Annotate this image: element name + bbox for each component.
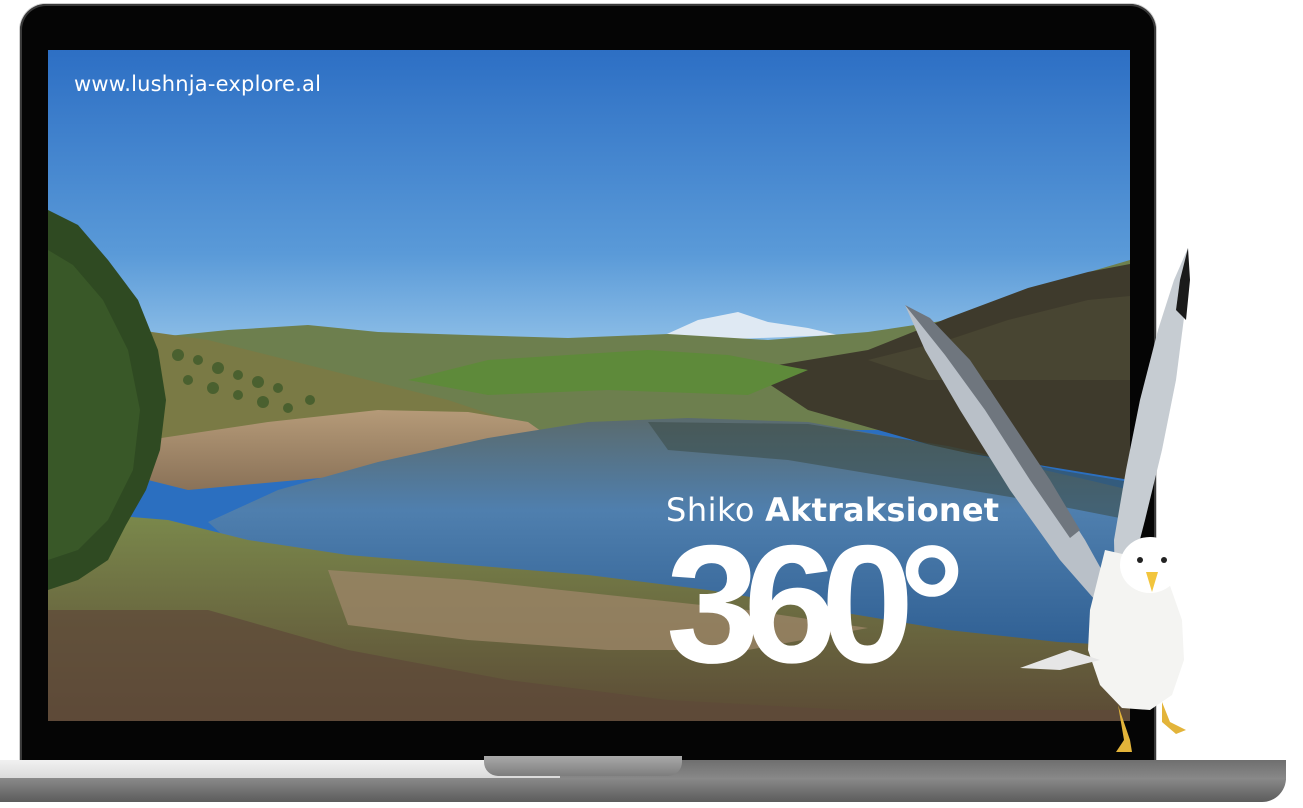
laptop-mockup: www.lushnja-explore.al Shiko Aktraksione… <box>0 0 1303 808</box>
website-url[interactable]: www.lushnja-explore.al <box>74 72 321 96</box>
seagull-image <box>905 248 1190 752</box>
laptop-base-edge <box>0 778 1286 802</box>
laptop-notch <box>484 756 682 776</box>
